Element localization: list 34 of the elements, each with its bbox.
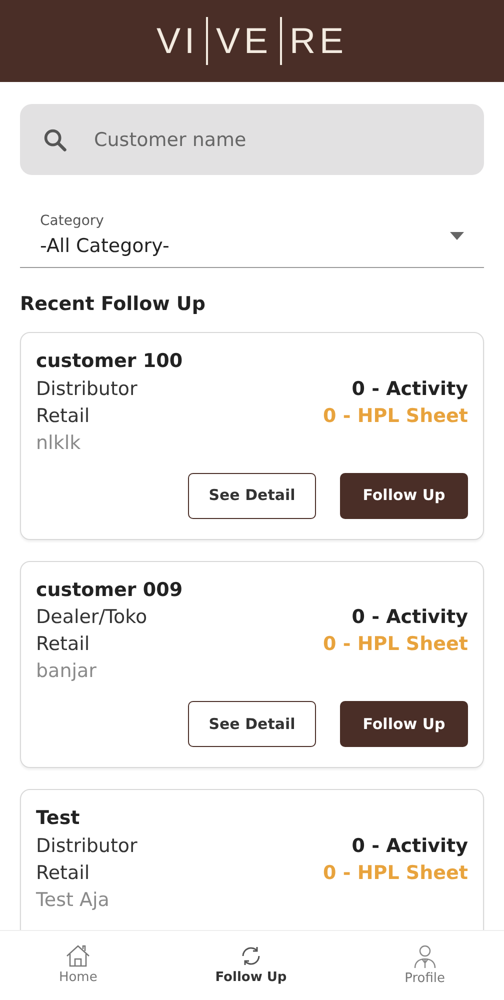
search-field[interactable]: Customer name (20, 104, 484, 175)
customer-name: Test (36, 806, 81, 831)
dropdown-arrow-icon (450, 232, 464, 240)
customer-type: Distributor (36, 834, 138, 858)
customer-type: Dealer/Toko (36, 605, 148, 630)
customer-note: banjar (36, 659, 96, 684)
see-detail-button[interactable]: See Detail (188, 472, 316, 518)
nav-tab[interactable]: Profile (398, 942, 452, 990)
logo-text: VE (216, 23, 272, 59)
category-dropdown[interactable]: Category -All Category- (20, 203, 484, 268)
activity-count: 0 - Activity (352, 834, 468, 858)
customer-name: customer 009 (36, 578, 184, 602)
segment-label: Retail (36, 632, 90, 657)
follow-up-button[interactable]: Follow Up (340, 472, 468, 518)
segment-label: Retail (36, 860, 90, 886)
activity-count: 0 - Activity (352, 605, 468, 630)
see-detail-button[interactable]: See Detail (188, 701, 316, 747)
logo-text: VI (156, 23, 198, 59)
logo-text: RE (290, 23, 348, 59)
customer-note: Test Aja (36, 888, 110, 912)
nav-tab[interactable]: Follow Up (209, 942, 293, 988)
segment-label: Retail (36, 404, 90, 428)
customer-type: Distributor (36, 376, 138, 402)
nav-tab[interactable]: Home (52, 942, 104, 988)
person-icon (412, 942, 437, 969)
follow-up-button[interactable]: Follow Up (340, 701, 468, 747)
house-icon (65, 944, 92, 968)
hpl-sheet-count: 0 - HPL Sheet (323, 404, 468, 428)
hpl-sheet-count: 0 - HPL Sheet (323, 632, 468, 657)
activity-count: 0 - Activity (352, 376, 468, 402)
section-title: Recent Follow Up (20, 292, 206, 316)
customer-note: nlklk (36, 430, 81, 456)
hpl-sheet-count: 0 - HPL Sheet (323, 860, 468, 886)
customer-name: customer 100 (36, 349, 184, 374)
